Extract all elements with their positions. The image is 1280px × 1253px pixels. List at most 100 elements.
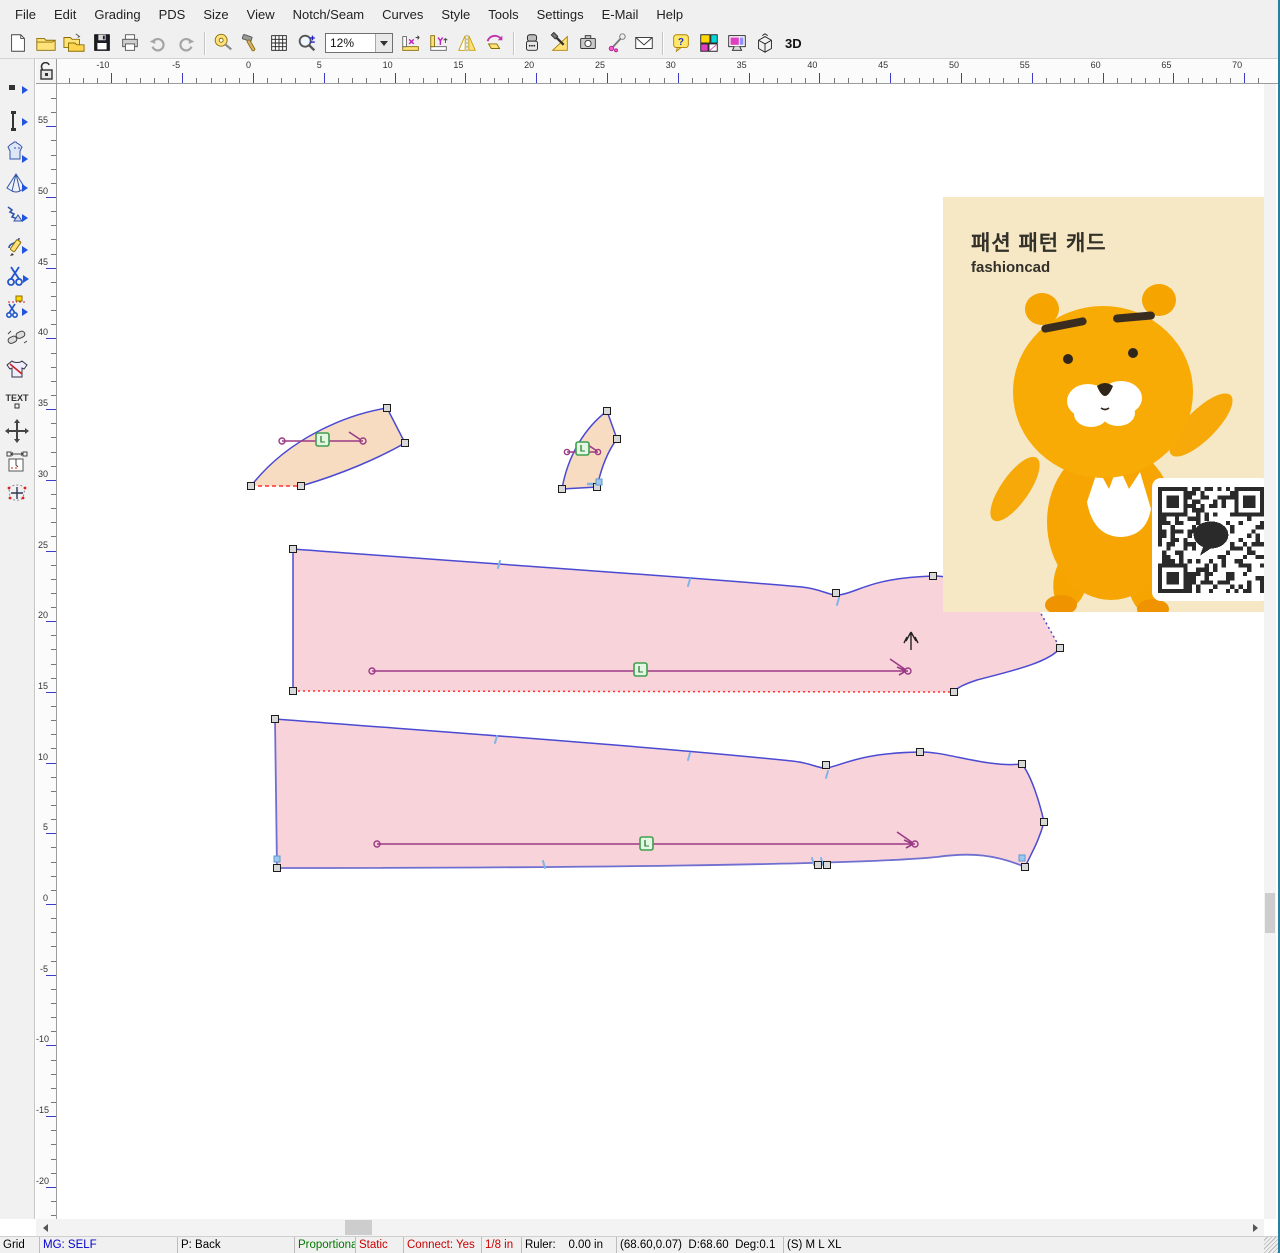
vertex-handle[interactable] [604, 408, 611, 415]
new-document-button[interactable] [4, 30, 32, 57]
menu-bar: FileEditGradingPDSSizeViewNotch/SeamCurv… [0, 0, 1278, 28]
undo-button[interactable] [144, 30, 172, 57]
reference-handle[interactable] [596, 479, 602, 485]
move-cross-tool[interactable] [2, 416, 33, 446]
vertex-handle[interactable] [1019, 761, 1026, 768]
vertex-handle[interactable] [559, 486, 566, 493]
move-x-button[interactable] [397, 30, 425, 57]
svg-text:TEXT: TEXT [5, 393, 29, 403]
status-sizes: (S) M L XL [784, 1237, 1278, 1253]
dropdown-arrow-icon[interactable] [375, 34, 392, 52]
chain-link-tool[interactable] [2, 323, 33, 353]
vertex-handle[interactable] [833, 590, 840, 597]
vertex-handle[interactable] [917, 749, 924, 756]
open-file-button[interactable] [32, 30, 60, 57]
hammer-tool-button[interactable] [237, 30, 265, 57]
ruler-corner [36, 59, 57, 84]
scroll-left-arrow[interactable] [36, 1219, 52, 1236]
menu-item-e-mail[interactable]: E-Mail [593, 2, 648, 27]
print-button[interactable] [116, 30, 144, 57]
vertex-handle[interactable] [298, 483, 305, 490]
vertex-handle[interactable] [815, 862, 822, 869]
menu-item-file[interactable]: File [6, 2, 45, 27]
vertex-handle[interactable] [290, 688, 297, 695]
vertex-handle[interactable] [1041, 819, 1048, 826]
view-3d-label[interactable]: 3D [785, 36, 802, 51]
reference-handle[interactable] [1019, 855, 1025, 861]
vertex-handle[interactable] [824, 862, 831, 869]
vertex-handle[interactable] [930, 573, 937, 580]
menu-item-pds[interactable]: PDS [150, 2, 195, 27]
vertex-handle[interactable] [402, 440, 409, 447]
zoom-level-select[interactable]: 12% [325, 33, 393, 53]
shirt-tool[interactable] [2, 354, 33, 384]
menu-item-grading[interactable]: Grading [85, 2, 149, 27]
zoom-level-value: 12% [326, 36, 375, 50]
horizontal-scrollbar[interactable] [36, 1219, 1264, 1236]
pattern-design-button[interactable] [695, 30, 723, 57]
horizontal-scroll-thumb[interactable] [345, 1220, 372, 1235]
menu-item-settings[interactable]: Settings [528, 2, 593, 27]
drawing-canvas[interactable]: L L L [57, 84, 1264, 1219]
banner-subtitle: fashioncad [971, 259, 1050, 276]
import-pattern-button[interactable] [60, 30, 88, 57]
svg-text:L: L [320, 435, 326, 445]
dart-fan-tool[interactable] [2, 168, 33, 198]
text-tool[interactable]: TEXT [2, 385, 33, 415]
select-point-tool[interactable] [2, 75, 33, 105]
pattern-piece-body-lower[interactable]: L [275, 719, 1044, 868]
menu-item-edit[interactable]: Edit [45, 2, 85, 27]
vertical-scrollbar[interactable] [1264, 84, 1276, 1219]
grading-tool-button[interactable] [518, 30, 546, 57]
pattern-piece-collar-right[interactable]: L [562, 411, 617, 489]
menu-item-size[interactable]: Size [194, 2, 237, 27]
svg-text:?: ? [678, 37, 684, 48]
menu-item-view[interactable]: View [238, 2, 284, 27]
vertex-handle[interactable] [274, 865, 281, 872]
zoom-tool-button[interactable] [293, 30, 321, 57]
mirror-button[interactable] [453, 30, 481, 57]
measure-tape-button[interactable] [209, 30, 237, 57]
pencil-curve-tool[interactable] [2, 230, 33, 260]
redo-button[interactable] [172, 30, 200, 57]
help-button[interactable]: ? [667, 30, 695, 57]
pick-tool-button[interactable] [602, 30, 630, 57]
scissors-seam-tool[interactable] [2, 292, 33, 322]
vertex-handle[interactable] [290, 546, 297, 553]
pattern-piece-tool[interactable] [2, 137, 33, 167]
corner-trim-tool[interactable] [2, 199, 33, 229]
walkthrough-3d-button[interactable] [751, 30, 779, 57]
line-endpoints-tool[interactable] [2, 106, 33, 136]
scroll-right-arrow[interactable] [1248, 1219, 1264, 1236]
scissors-cut-tool[interactable] [2, 261, 33, 291]
vertex-handle[interactable] [272, 716, 279, 723]
vertex-handle[interactable] [951, 689, 958, 696]
pattern-piece-collar-left[interactable]: L [251, 408, 405, 486]
menu-item-help[interactable]: Help [647, 2, 692, 27]
vertex-handle[interactable] [823, 762, 830, 769]
vertex-handle[interactable] [384, 405, 391, 412]
measure-distance-tool[interactable] [2, 447, 33, 477]
marker-view-button[interactable] [723, 30, 751, 57]
email-send-button[interactable] [630, 30, 658, 57]
resize-grip[interactable] [1264, 1237, 1278, 1253]
vertex-handle[interactable] [1022, 864, 1029, 871]
vertical-scroll-thumb[interactable] [1265, 893, 1275, 933]
setsquare-tool-button[interactable] [546, 30, 574, 57]
save-button[interactable] [88, 30, 116, 57]
svg-text:L: L [638, 665, 644, 675]
rotate-piece-button[interactable] [481, 30, 509, 57]
vertex-handle[interactable] [614, 436, 621, 443]
menu-item-curves[interactable]: Curves [373, 2, 432, 27]
snapshot-button[interactable] [574, 30, 602, 57]
vertex-handle[interactable] [1057, 645, 1064, 652]
perimeter-xy-tool[interactable] [2, 478, 33, 508]
grid-table-button[interactable] [265, 30, 293, 57]
menu-item-style[interactable]: Style [432, 2, 479, 27]
move-y-button[interactable] [425, 30, 453, 57]
reference-handle[interactable] [274, 856, 280, 862]
qr-code-image [1158, 487, 1264, 593]
vertex-handle[interactable] [248, 483, 255, 490]
menu-item-notch-seam[interactable]: Notch/Seam [284, 2, 374, 27]
menu-item-tools[interactable]: Tools [479, 2, 527, 27]
